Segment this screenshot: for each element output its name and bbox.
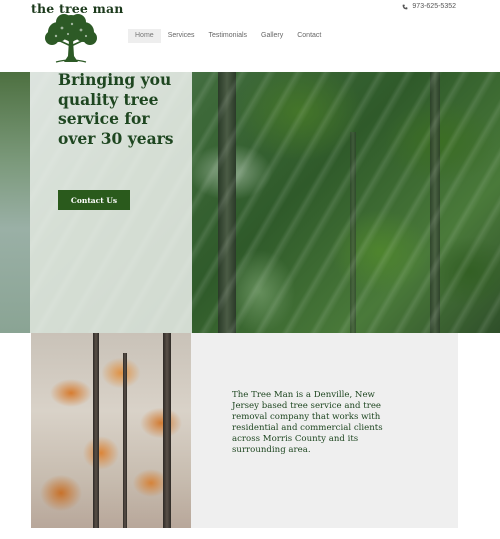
about-image-trunk [163,333,171,528]
main-nav: Home Services Testimonials Gallery Conta… [128,29,328,43]
autumn-leaves-image [31,333,191,528]
phone-number: 973-625-5352 [412,3,456,10]
tree-logo-icon[interactable] [42,12,100,64]
phone-contact[interactable]: 973-625-5352 [402,3,456,10]
nav-item-testimonials[interactable]: Testimonials [202,29,255,43]
phone-icon [403,4,408,9]
nav-item-home[interactable]: Home [128,29,161,43]
about-description: The Tree Man is a Denville, New Jersey b… [232,390,383,455]
about-image-trunk [93,333,99,528]
nav-item-contact[interactable]: Contact [290,29,328,43]
contact-us-button[interactable]: Contact Us [58,190,130,210]
nav-item-gallery[interactable]: Gallery [254,29,290,43]
hero-heading: Bringing you quality tree service for ov… [58,70,174,148]
site-header: the tree man 973-625-5352 Home Services … [0,0,500,72]
nav-item-services[interactable]: Services [161,29,202,43]
hero-left-foliage [0,72,30,333]
about-image-trunk [123,353,127,528]
